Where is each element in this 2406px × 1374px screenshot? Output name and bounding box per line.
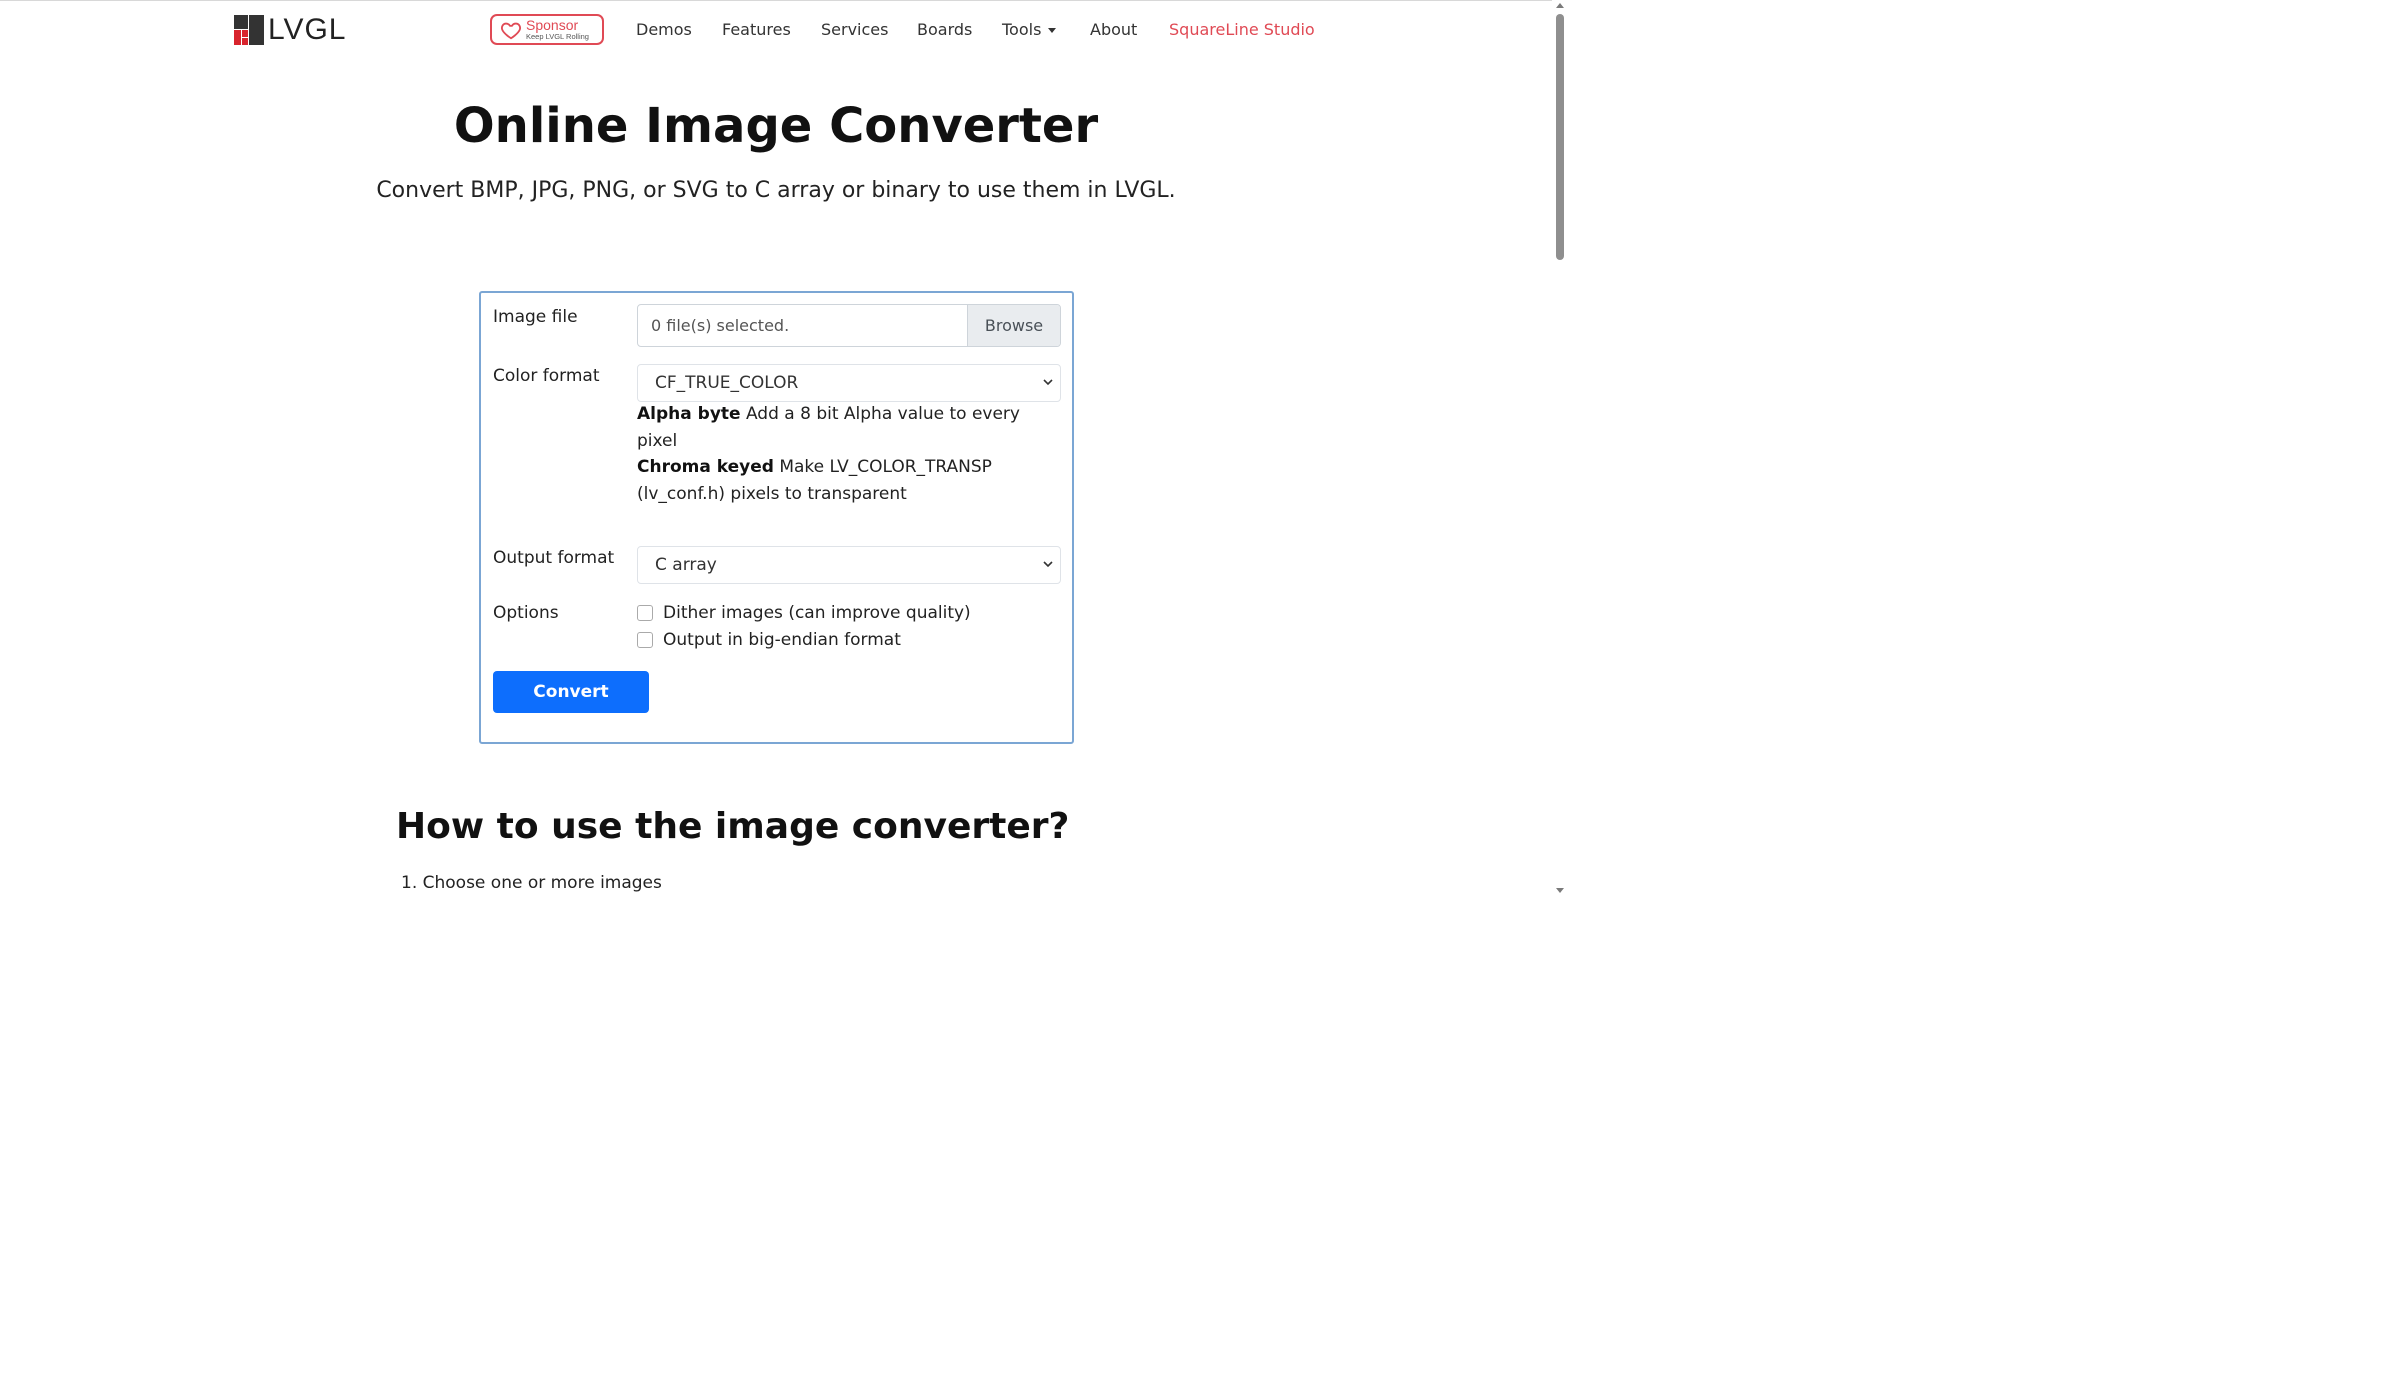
dither-option-label: Dither images (can improve quality) [663,603,971,623]
big-endian-checkbox[interactable] [637,632,653,648]
main-nav: Demos Features Services Boards Tools Abo… [0,20,1568,44]
howto-step-1: 1. Choose one or more images [401,873,662,893]
help-chroma-title: Chroma keyed [637,457,774,477]
nav-boards[interactable]: Boards [917,20,972,39]
chevron-down-icon [1043,561,1053,568]
dither-option[interactable]: Dither images (can improve quality) [637,603,971,623]
file-status: 0 file(s) selected. [651,316,790,335]
caret-down-icon [1048,28,1057,33]
scroll-down-icon[interactable] [1556,888,1564,893]
nav-squareline-studio[interactable]: SquareLine Studio [1169,20,1315,39]
howto-title: How to use the image converter? [396,806,1070,847]
nav-tools-label: Tools [1002,20,1042,39]
howto-step-1-text: Choose one or more images [422,873,662,893]
top-border [0,0,1552,1]
color-format-label: Color format [493,366,600,386]
big-endian-option-label: Output in big-endian format [663,630,901,650]
chevron-down-icon [1043,379,1053,386]
output-format-select[interactable]: C array [637,546,1061,584]
scrollbar-thumb[interactable] [1556,14,1564,260]
color-format-select[interactable]: CF_TRUE_COLOR [637,364,1061,402]
page-title: Online Image Converter [453,98,1099,154]
nav-about[interactable]: About [1090,20,1137,39]
nav-services[interactable]: Services [821,20,888,39]
page-scrollbar[interactable] [1552,0,1568,896]
output-format-label: Output format [493,548,615,568]
output-format-value: C array [655,555,717,575]
color-format-help: Alpha byte Add a 8 bit Alpha value to ev… [637,401,1057,507]
nav-features[interactable]: Features [722,20,791,39]
convert-button[interactable]: Convert [493,671,649,713]
scroll-up-icon[interactable] [1556,3,1564,8]
page-subtitle: Convert BMP, JPG, PNG, or SVG to C array… [376,178,1176,203]
help-alpha-title: Alpha byte [637,404,741,424]
big-endian-option[interactable]: Output in big-endian format [637,630,901,650]
browse-button[interactable]: Browse [967,305,1060,346]
nav-tools-dropdown[interactable]: Tools [1002,20,1057,39]
dither-checkbox[interactable] [637,605,653,621]
image-file-label: Image file [493,307,578,327]
image-file-input[interactable]: 0 file(s) selected. Browse [637,304,1061,347]
color-format-value: CF_TRUE_COLOR [655,373,799,393]
nav-demos[interactable]: Demos [636,20,692,39]
options-label: Options [493,603,559,623]
